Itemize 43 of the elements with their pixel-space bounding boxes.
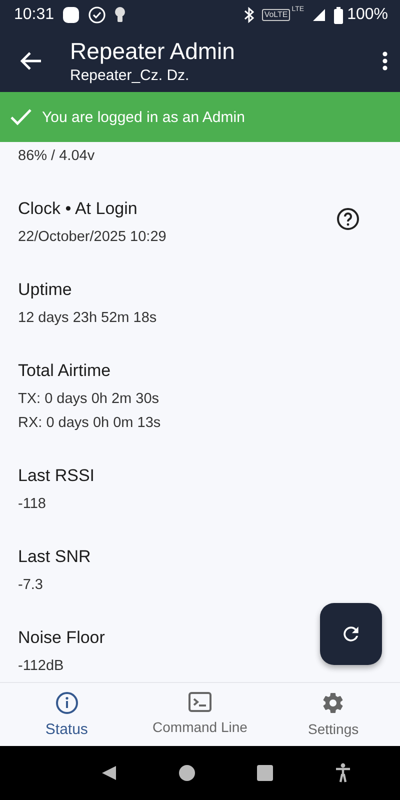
check-circle-icon (88, 6, 106, 24)
signal-icon (312, 8, 326, 22)
check-icon (10, 108, 32, 126)
banner-message: You are logged in as an Admin (42, 108, 245, 126)
stat-value: 22/October/2025 10:29 (18, 228, 166, 247)
lightbulb-icon (114, 6, 126, 24)
nav-tab[interactable]: Settings (266, 683, 400, 746)
help-icon (336, 207, 360, 231)
stat-value: RX: 0 days 0h 0m 13s (18, 414, 161, 433)
help-button[interactable] (336, 207, 360, 231)
bluetooth-icon (244, 7, 254, 23)
settings-icon (321, 691, 346, 715)
stat-label: Last SNR (18, 547, 91, 567)
stat-label: Clock • At Login (18, 199, 138, 219)
refresh-button[interactable] (320, 603, 382, 665)
nav-tab[interactable]: Command Line (133, 683, 267, 746)
app-title: Repeater Admin (70, 38, 236, 65)
volte-badge: VoLTE (262, 9, 290, 21)
stat-label: Total Airtime (18, 361, 111, 381)
stat-value: 12 days 23h 52m 18s (18, 309, 157, 328)
nav-tab[interactable]: Status (0, 683, 134, 746)
back-arrow-icon (20, 51, 42, 71)
stat-value: -118 (18, 495, 46, 514)
back-nav-icon[interactable] (101, 765, 117, 781)
info-icon (54, 691, 79, 715)
battery-icon (334, 6, 344, 24)
accessibility-icon[interactable] (335, 763, 351, 783)
battery-percent: 100% (347, 6, 388, 24)
stat-value: -7.3 (18, 576, 43, 595)
app-subtitle: Repeater_Cz. Dz. (70, 67, 190, 84)
app-notification-icon (62, 6, 80, 24)
home-nav-icon[interactable] (179, 765, 195, 781)
terminal-icon (188, 691, 212, 713)
clock-time: 10:31 (14, 6, 54, 24)
stat-value: TX: 0 days 0h 2m 30s (18, 390, 160, 409)
stat-label: Noise Floor (18, 628, 105, 648)
stat-label: Uptime (18, 280, 72, 300)
stat-value: -112dB (18, 657, 64, 676)
more-vertical-icon (382, 51, 388, 71)
stat-label: Last RSSI (18, 466, 95, 486)
more-menu-button[interactable] (382, 51, 388, 71)
back-button[interactable] (20, 51, 42, 71)
stat-value: 86% / 4.04v (18, 147, 95, 166)
